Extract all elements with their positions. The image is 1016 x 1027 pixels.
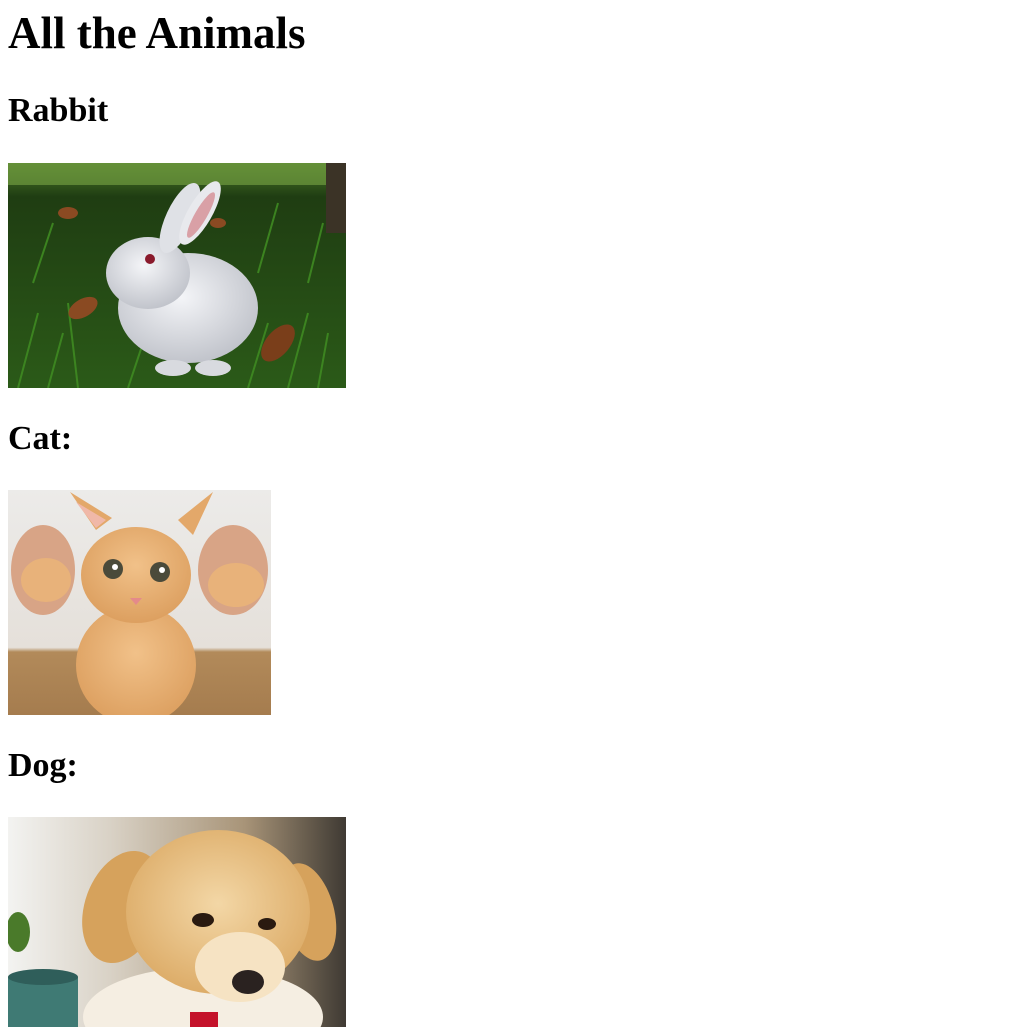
section-heading-dog: Dog: — [8, 747, 78, 784]
cat-image — [8, 490, 271, 715]
dog-photo-icon — [8, 817, 346, 1027]
cat-photo-icon — [8, 490, 271, 715]
section-heading-cat: Cat: — [8, 420, 73, 457]
rabbit-photo-icon — [8, 163, 346, 388]
page-title: All the Animals — [8, 8, 306, 58]
section-heading-rabbit: Rabbit — [8, 92, 109, 129]
dog-image — [8, 817, 346, 1027]
rabbit-image — [8, 163, 346, 388]
